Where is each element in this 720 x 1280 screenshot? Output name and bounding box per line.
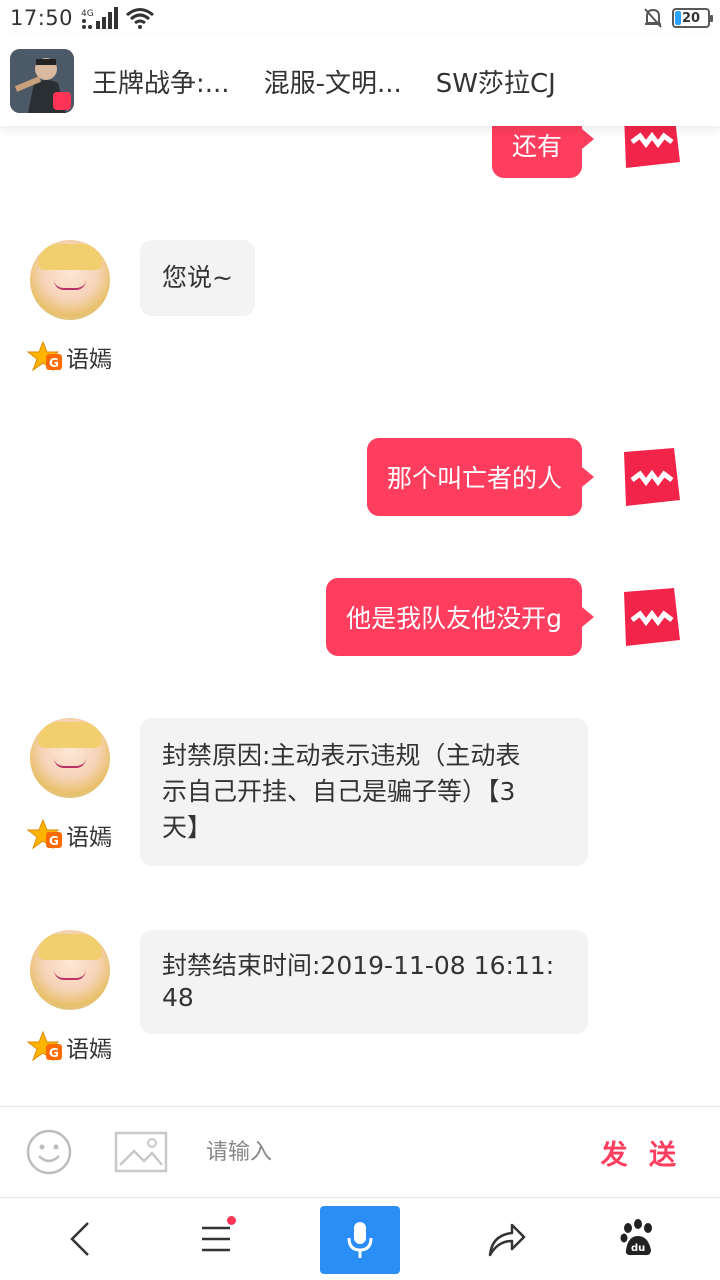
send-button[interactable]: 发 送 — [601, 1133, 682, 1172]
mic-icon — [347, 1222, 373, 1258]
message-self: 他是我队友他没开g — [326, 578, 720, 656]
svg-text:4G: 4G — [81, 9, 94, 19]
message-text-line: 48 — [162, 983, 194, 1012]
back-icon — [70, 1222, 89, 1256]
message-text-line: 天】 — [162, 813, 213, 842]
message-text-line: 封禁结束时间:2019-11-08 16:11: — [162, 951, 555, 980]
signal-icon: 4G — [81, 7, 119, 29]
message-self: 那个叫亡者的人 — [366, 438, 720, 516]
svg-text:G: G — [49, 356, 59, 370]
message-bubble-other[interactable]: 封禁结束时间:2019-11-08 16:11: 48 — [140, 930, 588, 1034]
share-button[interactable] — [484, 1218, 528, 1260]
message-text: 您说~ — [162, 263, 233, 292]
menu-button[interactable] — [196, 1216, 236, 1260]
message-bubble-self[interactable]: 还有 — [491, 126, 595, 178]
notification-dot — [227, 1216, 236, 1225]
vip-star-icon: G — [26, 1030, 62, 1062]
wifi-icon — [126, 8, 154, 29]
emoji-icon[interactable] — [26, 1129, 72, 1175]
self-avatar-icon[interactable] — [616, 444, 682, 510]
game-avatar[interactable] — [10, 49, 74, 113]
message-other: 封禁原因:主动表示违规（主动表 示自己开挂、自己是骗子等）【3 天】 G 语嫣 — [26, 718, 600, 878]
status-icons: 4G — [81, 7, 155, 29]
svg-text:du: du — [631, 1243, 645, 1254]
message-text-line: 封禁原因:主动表示违规（主动表 — [162, 741, 521, 770]
svg-text:G: G — [49, 834, 59, 848]
back-button[interactable] — [60, 1218, 100, 1260]
input-bar: 发 送 — [0, 1106, 720, 1198]
message-text: 那个叫亡者的人 — [386, 464, 562, 493]
user-avatar[interactable] — [30, 930, 110, 1010]
message-input[interactable] — [204, 1138, 601, 1166]
vip-star-icon: G — [26, 340, 62, 372]
svg-text:G: G — [49, 1046, 59, 1060]
message-text-line: 示自己开挂、自己是骗子等）【3 — [162, 777, 516, 806]
user-tag: G 语嫣 — [26, 1030, 112, 1064]
user-avatar[interactable] — [30, 718, 110, 798]
self-avatar-icon[interactable] — [616, 584, 682, 650]
message-bubble-other[interactable]: 封禁原因:主动表示违规（主动表 示自己开挂、自己是骗子等）【3 天】 — [140, 718, 588, 866]
status-right: 20 — [642, 7, 713, 29]
baidu-button[interactable]: du — [616, 1216, 660, 1260]
tab-game-1[interactable]: 王牌战争:... — [92, 63, 230, 100]
bell-muted-icon — [644, 8, 662, 28]
vip-star-icon: G — [26, 818, 62, 850]
message-bubble-self[interactable]: 那个叫亡者的人 — [366, 438, 595, 516]
battery-indicator: 20 — [672, 8, 713, 28]
user-avatar[interactable] — [30, 240, 110, 320]
message-bubble-self[interactable]: 他是我队友他没开g — [326, 578, 594, 656]
voice-button[interactable] — [320, 1206, 400, 1274]
menu-icon — [202, 1226, 230, 1252]
image-icon[interactable] — [114, 1131, 168, 1173]
tab-game-3[interactable]: SW莎拉CJ — [436, 63, 556, 100]
self-avatar-icon[interactable] — [616, 126, 682, 172]
status-bar: 17:50 4G 20 — [0, 0, 720, 36]
tab-game-2[interactable]: 混服-文明... — [264, 63, 402, 100]
message-other: 封禁结束时间:2019-11-08 16:11: 48 G 语嫣 — [26, 930, 600, 1070]
message-text: 他是我队友他没开g — [346, 604, 562, 633]
user-name[interactable]: 语嫣 — [66, 1030, 112, 1064]
message-other: 您说~ G 语嫣 — [26, 240, 330, 380]
message-bubble-other[interactable]: 您说~ — [140, 240, 255, 316]
baidu-paw-icon: du — [620, 1219, 652, 1256]
header: 王牌战争:... 混服-文明... SW莎拉CJ — [0, 36, 720, 126]
message-self: 还有 — [491, 126, 720, 178]
message-text: 还有 — [511, 132, 562, 161]
bottom-nav: du — [0, 1198, 720, 1280]
user-name[interactable]: 语嫣 — [66, 340, 112, 374]
share-icon — [488, 1223, 526, 1257]
user-tag: G 语嫣 — [26, 818, 112, 852]
user-name[interactable]: 语嫣 — [66, 818, 112, 852]
header-tabs: 王牌战争:... 混服-文明... SW莎拉CJ — [92, 63, 556, 100]
game-badge — [53, 92, 71, 110]
user-tag: G 语嫣 — [26, 340, 112, 374]
status-time: 17:50 — [10, 6, 74, 30]
chat-area[interactable]: 还有 您说~ G 语嫣 那个叫亡者的人 他是我队友他没开g 封禁原因:主动表示违… — [0, 126, 720, 1106]
